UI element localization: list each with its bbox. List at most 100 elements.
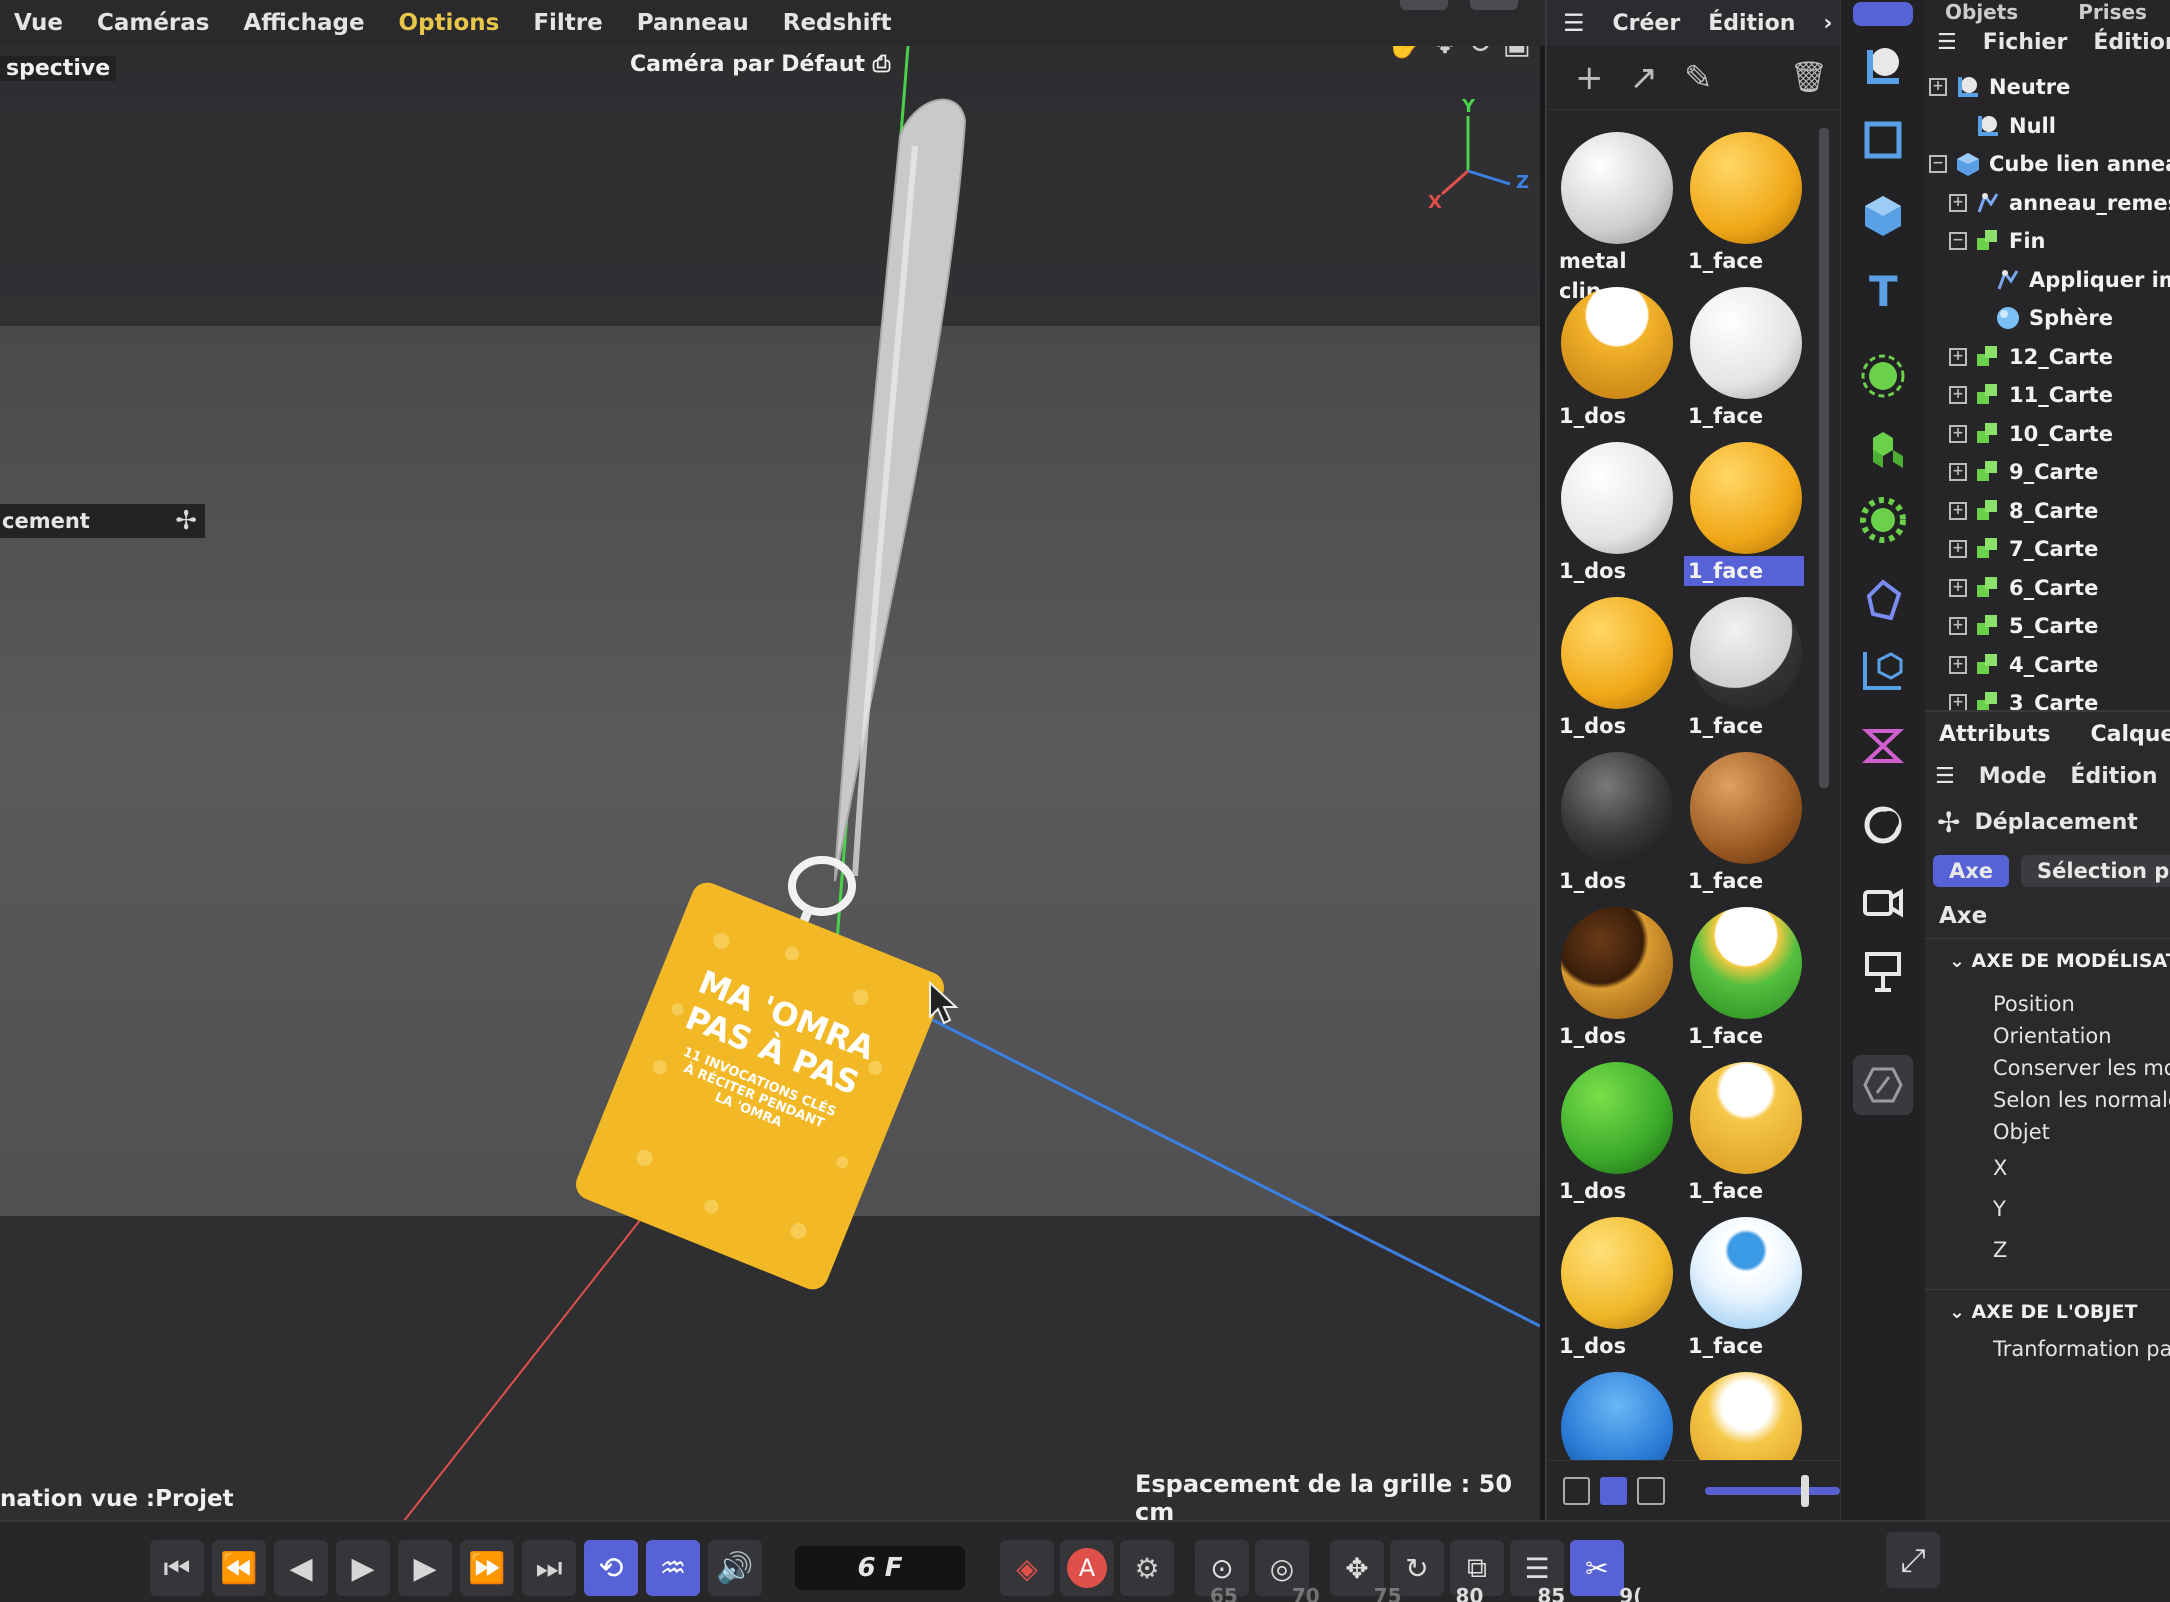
material-item[interactable]: 1_face	[1682, 748, 1808, 903]
expand-toggle-icon[interactable]: +	[1949, 578, 1967, 597]
material-item[interactable]: 1_dos	[1553, 283, 1679, 438]
material-menu-create[interactable]: Créer	[1613, 11, 1681, 36]
tab-attributs[interactable]: Attributs	[1939, 722, 2050, 747]
subtab-selection[interactable]: Sélection pro	[2021, 855, 2170, 887]
field-keep[interactable]: Conserver les mo	[1925, 1052, 2170, 1084]
expand-toggle-icon[interactable]: +	[1949, 501, 1967, 520]
object-row[interactable]: − Fin	[1925, 222, 2170, 261]
material-item[interactable]: metal clip	[1553, 128, 1679, 303]
view-layout-icon[interactable]: ▣	[1503, 46, 1531, 61]
palette-top-button[interactable]	[1853, 2, 1913, 26]
expand-toggle-icon[interactable]: +	[1949, 617, 1967, 636]
toolbar-top-button[interactable]	[1400, 0, 1448, 10]
spline-tool-button[interactable]	[1853, 715, 1913, 775]
expand-toggle-icon[interactable]: −	[1949, 232, 1967, 251]
object-row[interactable]: +3_Carte	[1925, 684, 2170, 710]
list-view-icon[interactable]	[1563, 1476, 1591, 1505]
tab-prises[interactable]: Prises	[2078, 0, 2147, 24]
material-item[interactable]: 1_dos	[1553, 903, 1679, 1058]
trash-icon[interactable]: 🗑	[1790, 60, 1828, 95]
add-material-icon[interactable]: +	[1575, 58, 1604, 98]
object-row[interactable]: +10_Carte	[1925, 415, 2170, 454]
scene-tool-button[interactable]	[1853, 940, 1913, 1000]
eyedropper-icon[interactable]: ✎	[1684, 58, 1713, 98]
toolbar-top-button[interactable]	[1470, 0, 1518, 10]
field-tool-button[interactable]	[1853, 640, 1913, 700]
field-transformation[interactable]: Tranformation pa	[1925, 1333, 2170, 1365]
sound-icon[interactable]: 🔊	[708, 1540, 762, 1596]
object-row[interactable]: + anneau_remesh	[1925, 184, 2170, 223]
object-row[interactable]: Appliquer imag	[1925, 261, 2170, 300]
playback-mode-button[interactable]: ♒	[646, 1540, 700, 1596]
text-tool-button[interactable]: T	[1853, 260, 1913, 320]
expand-toggle-icon[interactable]: −	[1929, 155, 1947, 174]
menu-vue[interactable]: Vue	[14, 10, 63, 36]
expand-toggle-icon[interactable]: +	[1949, 540, 1967, 559]
material-item[interactable]: 1_face	[1682, 128, 1808, 283]
orbit-icon[interactable]: ↻	[1468, 46, 1493, 61]
expand-toggle-icon[interactable]: +	[1949, 655, 1967, 674]
object-row[interactable]: +6_Carte	[1925, 569, 2170, 608]
chevron-right-icon[interactable]: ›	[1823, 11, 1832, 36]
material-item[interactable]: 1_dos	[1553, 1213, 1679, 1368]
material-item[interactable]: 1_face	[1682, 1058, 1808, 1213]
current-frame-field[interactable]: 6 F	[795, 1546, 965, 1590]
menu-cameras[interactable]: Caméras	[97, 10, 210, 36]
go-to-start-button[interactable]: ⏮	[150, 1540, 204, 1596]
material-item[interactable]: 1_dos	[1553, 748, 1679, 903]
material-item[interactable]: 1_dos	[1553, 438, 1679, 593]
light-tool-button[interactable]	[1853, 795, 1913, 855]
object-row[interactable]: +4_Carte	[1925, 646, 2170, 685]
generator-tool-button[interactable]	[1853, 346, 1913, 406]
object-menu-file[interactable]: Fichier	[1983, 30, 2068, 55]
autokey-button[interactable]: A	[1060, 1540, 1114, 1596]
material-scrollbar[interactable]	[1819, 128, 1829, 788]
object-row[interactable]: +9_Carte	[1925, 453, 2170, 492]
arrow-icon[interactable]: ↗	[1630, 58, 1659, 98]
object-row[interactable]: +11_Carte	[1925, 376, 2170, 415]
group-modeling-axis[interactable]: ⌄ AXE DE MODÉLISAT	[1925, 938, 2170, 982]
expand-timeline-icon[interactable]: ⤢	[1886, 1532, 1940, 1588]
menu-affichage[interactable]: Affichage	[244, 10, 365, 36]
menu-filtre[interactable]: Filtre	[533, 10, 602, 36]
field-orientation[interactable]: Orientation	[1925, 1020, 2170, 1052]
camera-tool-button[interactable]	[1853, 870, 1913, 930]
expand-toggle-icon[interactable]: +	[1949, 463, 1967, 482]
material-item[interactable]: 1_face	[1682, 1213, 1808, 1368]
viewport-name[interactable]: spective	[0, 56, 117, 81]
material-item[interactable]: 1_dos	[1553, 593, 1679, 748]
field-x[interactable]: X	[1925, 1148, 2170, 1189]
cloner-tool-button[interactable]	[1853, 420, 1913, 480]
object-row[interactable]: Null	[1925, 107, 2170, 146]
material-menu-edit[interactable]: Édition	[1708, 11, 1795, 36]
play-button[interactable]: ▶	[336, 1540, 390, 1596]
loop-button[interactable]: ⟲	[584, 1540, 638, 1596]
menu-icon[interactable]: ☰	[1563, 9, 1585, 37]
tool-hud[interactable]: cement ✢	[0, 504, 205, 538]
null-tool-button[interactable]	[1853, 36, 1913, 96]
tab-objets[interactable]: Objets	[1945, 0, 2018, 24]
subtab-axe[interactable]: Axe	[1933, 855, 2010, 887]
expand-toggle-icon[interactable]: +	[1949, 386, 1967, 405]
expand-toggle-icon[interactable]: +	[1949, 193, 1967, 212]
field-object[interactable]: Objet	[1925, 1116, 2170, 1148]
timeline-ruler[interactable]: 65 70 75 80 85 9(	[1210, 1584, 1642, 1602]
previous-frame-button[interactable]: ◀	[274, 1540, 328, 1596]
material-item[interactable]: 1_face	[1682, 593, 1808, 748]
next-key-button[interactable]: ⏩	[460, 1540, 514, 1596]
previous-key-button[interactable]: ⏪	[212, 1540, 266, 1596]
large-view-icon[interactable]	[1637, 1476, 1665, 1505]
expand-toggle-icon[interactable]: +	[1929, 78, 1947, 97]
edit-tool-button[interactable]	[1853, 1055, 1913, 1115]
go-to-end-button[interactable]: ⏭	[522, 1540, 576, 1596]
square-tool-button[interactable]	[1853, 110, 1913, 170]
camera-selector[interactable]: Caméra par Défaut ⎙	[630, 52, 890, 77]
attribute-menu-mode[interactable]: Mode	[1979, 764, 2047, 789]
menu-icon[interactable]: ☰	[1937, 30, 1957, 55]
expand-toggle-icon[interactable]: +	[1949, 424, 1967, 443]
menu-panneau[interactable]: Panneau	[637, 10, 749, 36]
material-item[interactable]: 1_face	[1682, 903, 1808, 1058]
object-row[interactable]: − Cube lien anneau	[1925, 145, 2170, 184]
key-settings-icon[interactable]: ⚙	[1120, 1540, 1174, 1596]
field-z[interactable]: Z	[1925, 1230, 2170, 1271]
